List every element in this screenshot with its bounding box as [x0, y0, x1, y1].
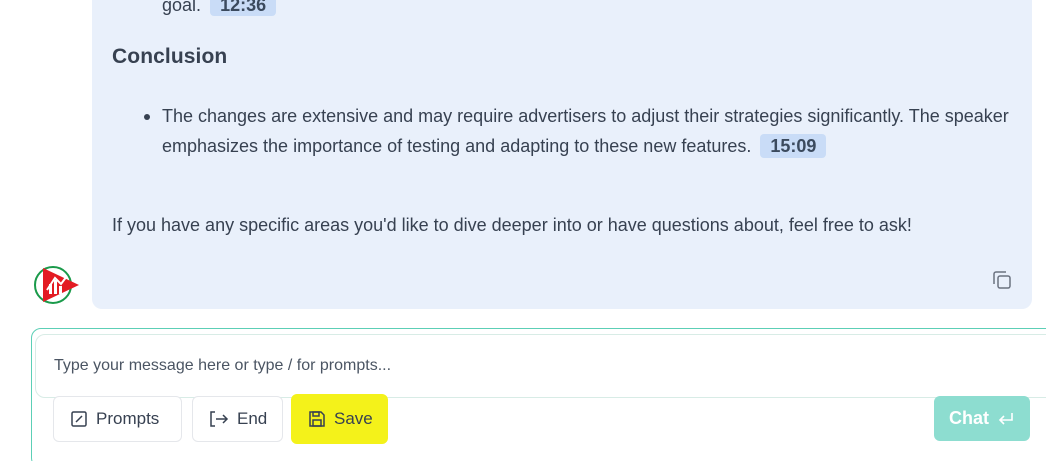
section-heading: Conclusion	[112, 45, 228, 68]
save-button[interactable]: Save	[291, 394, 388, 444]
timestamp-link[interactable]: 15:09	[760, 134, 827, 158]
edit-square-icon	[71, 411, 87, 427]
end-button-label: End	[237, 409, 268, 428]
copy-icon[interactable]	[990, 268, 1014, 292]
list-item: The changes are extensive and may requir…	[144, 101, 1012, 161]
end-button[interactable]: End	[192, 396, 283, 442]
timestamp-link[interactable]: 12:36	[210, 0, 277, 16]
chat-send-button[interactable]: Chat	[934, 396, 1030, 441]
closing-paragraph: If you have any specific areas you'd lik…	[112, 215, 912, 235]
bullet-dot	[144, 114, 150, 120]
chat-button-label: Chat	[949, 408, 989, 428]
message-input[interactable]	[54, 355, 954, 377]
save-disk-icon	[309, 411, 325, 427]
previous-bullet-tail: goal. 12:36	[162, 0, 277, 16]
prompts-button-label: Prompts	[96, 409, 160, 428]
exit-arrow-icon	[210, 411, 229, 427]
save-button-label: Save	[334, 409, 373, 428]
chat-view: goal. 12:36 Conclusion The changes are e…	[0, 0, 1046, 461]
enter-return-icon	[998, 412, 1013, 425]
brand-logo-icon	[33, 264, 81, 306]
previous-bullet-text: goal.	[162, 0, 202, 15]
bullet-text: The changes are extensive and may requir…	[162, 106, 1009, 156]
prompts-button[interactable]: Prompts	[53, 396, 182, 442]
bullet-list: The changes are extensive and may requir…	[144, 101, 1012, 161]
message-input-container	[35, 334, 1046, 398]
